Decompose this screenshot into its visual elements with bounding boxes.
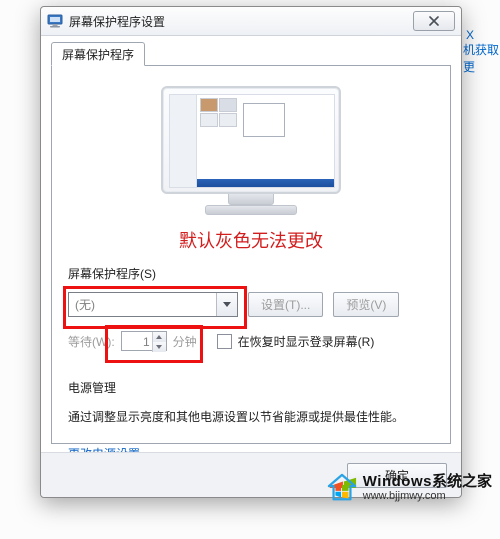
checkbox-icon xyxy=(217,334,232,349)
tab-screensaver[interactable]: 屏幕保护程序 xyxy=(51,42,145,66)
checkbox-label: 在恢复时显示登录屏幕(R) xyxy=(238,333,375,350)
wait-spinner[interactable]: 1 xyxy=(121,331,167,351)
watermark: Windows系统之家 www.bjjmwy.com xyxy=(327,473,492,503)
power-section-description: 通过调整显示亮度和其他电源设置以节省能源或提供最佳性能。 xyxy=(68,408,434,425)
chevron-down-icon xyxy=(216,293,237,316)
watermark-logo-icon xyxy=(327,473,357,503)
dropdown-value: (无) xyxy=(69,296,216,313)
window-icon xyxy=(47,13,63,29)
screensaver-dropdown[interactable]: (无) xyxy=(68,292,238,317)
screensaver-settings-dialog: 屏幕保护程序设置 屏幕保护程序 xyxy=(40,6,462,498)
spinner-up-icon[interactable] xyxy=(152,332,166,342)
wait-unit: 分钟 xyxy=(173,333,197,350)
background-text-fragment-2: 机获取更 xyxy=(463,41,500,75)
window-title: 屏幕保护程序设置 xyxy=(69,13,413,30)
power-section-title: 电源管理 xyxy=(68,379,434,396)
spinner-down-icon[interactable] xyxy=(152,342,166,352)
close-button[interactable] xyxy=(413,11,455,31)
background-text-fragment-1: X xyxy=(466,28,474,42)
monitor-preview xyxy=(68,86,434,215)
watermark-line2: www.bjjmwy.com xyxy=(363,490,492,503)
preview-button[interactable]: 预览(V) xyxy=(333,292,399,317)
screensaver-select-row: (无) 设置(T)... 预览(V) xyxy=(68,292,434,317)
tab-label: 屏幕保护程序 xyxy=(62,46,134,63)
tab-content: 默认灰色无法更改 屏幕保护程序(S) (无) 设置(T)... 预览(V) 等待… xyxy=(51,66,451,444)
settings-button[interactable]: 设置(T)... xyxy=(248,292,323,317)
resume-login-checkbox[interactable]: 在恢复时显示登录屏幕(R) xyxy=(217,333,375,350)
wait-label: 等待(W): xyxy=(68,333,115,350)
wait-row: 等待(W): 1 分钟 在恢复时显示登录屏幕(R) xyxy=(68,331,434,351)
annotation-text: 默认灰色无法更改 xyxy=(68,227,434,253)
watermark-line1: Windows系统之家 xyxy=(363,473,492,490)
tab-strip: 屏幕保护程序 xyxy=(51,42,451,66)
screensaver-section-label: 屏幕保护程序(S) xyxy=(68,265,434,282)
titlebar: 屏幕保护程序设置 xyxy=(41,7,461,36)
